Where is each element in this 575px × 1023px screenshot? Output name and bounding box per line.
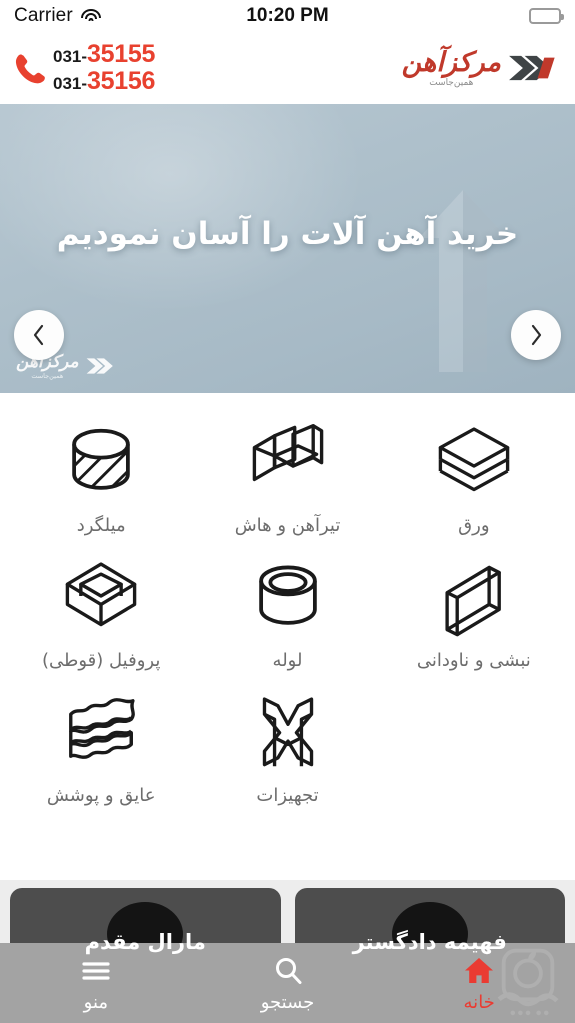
tab-label: منو: [83, 991, 109, 1013]
chevron-right-icon: [531, 324, 542, 346]
insulation-layers-icon: [69, 698, 136, 759]
app-screen: Carrier 10:20 PM 031- 35155 031- 35156 م…: [0, 0, 575, 1023]
status-bar-clock: 10:20 PM: [246, 5, 329, 26]
hatched-cylinder-icon: [72, 428, 130, 490]
brand-logo[interactable]: مرکزآهن همین‌جاست: [402, 49, 561, 88]
banner-watermark-tagline: همین‌جاست: [31, 371, 64, 380]
tab-icon-wrap: [272, 954, 304, 988]
angle-channel-icon: [445, 565, 501, 637]
category-icon-wrap: [53, 685, 149, 777]
category-item-ayegh[interactable]: عایق و پوشش: [8, 685, 194, 806]
banner-glow: [0, 104, 380, 324]
category-label: تجهیزات: [256, 785, 319, 806]
status-bar-right: [529, 8, 564, 24]
category-label: میلگرد: [76, 515, 126, 536]
hero-carousel[interactable]: خرید آهن آلات را آسان نمودیم مرکزآهن همی…: [0, 104, 575, 393]
up-arrow-art-icon: [419, 190, 507, 372]
article-card-title: مارال مقدم: [84, 930, 206, 954]
tab-icon-wrap: [463, 954, 495, 988]
category-icon-wrap: [240, 550, 336, 642]
status-bar: Carrier 10:20 PM: [0, 0, 575, 32]
category-item-nabshi[interactable]: نبشی و ناودانی: [381, 550, 567, 671]
category-item-varagh[interactable]: ورق: [381, 415, 567, 536]
tab-icon-wrap: [80, 954, 112, 988]
pipe-icon: [258, 565, 317, 625]
contact-phone-block[interactable]: 031- 35155 031- 35156: [12, 40, 156, 95]
category-grid: ورق تیرآهن و هاش میلگرد نبشی و ناودانی ل…: [0, 393, 575, 816]
tab-search[interactable]: جستجو: [192, 954, 384, 1013]
equipment-icon: [262, 697, 313, 767]
chevron-left-icon: [33, 324, 44, 346]
category-icon-wrap: [426, 415, 522, 507]
category-label: لوله: [272, 650, 303, 671]
category-item-milgerd[interactable]: میلگرد: [8, 415, 194, 536]
tab-home[interactable]: خانه: [383, 954, 575, 1013]
brand-text: مرکزآهن همین‌جاست: [401, 46, 502, 88]
home-icon: [465, 957, 494, 983]
carousel-next-button[interactable]: [511, 310, 561, 360]
app-header: 031- 35155 031- 35156 مرکزآهن همین‌جاست: [0, 32, 575, 104]
category-item-profile[interactable]: پروفیل (قوطی): [8, 550, 194, 671]
category-label: عایق و پوشش: [46, 785, 156, 806]
search-icon: [275, 957, 301, 984]
phone-prefix: 031-: [53, 73, 88, 93]
phone-number-list: 031- 35155 031- 35156: [53, 40, 156, 95]
category-icon-wrap: [240, 685, 336, 777]
category-icon-wrap: [240, 415, 336, 507]
chevrons-logo-icon: [509, 55, 555, 81]
category-icon-wrap: [53, 550, 149, 642]
category-label: پروفیل (قوطی): [42, 650, 161, 671]
category-label: نبشی و ناودانی: [416, 650, 531, 671]
category-item-tajhizat[interactable]: تجهیزات: [194, 685, 380, 806]
article-card-title: فهیمه دادگستر: [352, 930, 507, 954]
banner-caption: خرید آهن آلات را آسان نمودیم: [56, 216, 519, 252]
phone-number-row[interactable]: 031- 35156: [53, 66, 156, 95]
tab-label: جستجو: [260, 991, 315, 1013]
phone-icon: [15, 54, 45, 84]
stacked-sheets-icon: [438, 427, 510, 492]
i-beam-icon: [252, 424, 323, 482]
carousel-prev-button[interactable]: [14, 310, 64, 360]
battery-full-icon: [529, 8, 564, 24]
box-profile-icon: [65, 562, 137, 627]
category-label: ورق: [458, 515, 490, 536]
chevrons-logo-icon: [86, 358, 113, 374]
bottom-tab-bar: خانه جستجو منو: [0, 943, 575, 1023]
category-item-tirahan[interactable]: تیرآهن و هاش: [194, 415, 380, 536]
phone-number-row[interactable]: 031- 35155: [53, 40, 156, 68]
category-icon-wrap: [426, 550, 522, 642]
brand-tagline: همین‌جاست: [429, 77, 474, 88]
category-icon-wrap: [53, 415, 149, 507]
phone-prefix: 031-: [53, 47, 88, 66]
category-item-loole[interactable]: لوله: [194, 550, 380, 671]
tab-menu[interactable]: منو: [0, 954, 192, 1013]
category-label: تیرآهن و هاش: [234, 515, 341, 536]
phone-main-number: 35156: [87, 66, 156, 95]
tab-label: خانه: [463, 991, 495, 1013]
brand-name: مرکزآهن: [401, 46, 502, 78]
hamburger-menu-icon: [82, 961, 110, 980]
phone-main-number: 35155: [87, 40, 156, 68]
